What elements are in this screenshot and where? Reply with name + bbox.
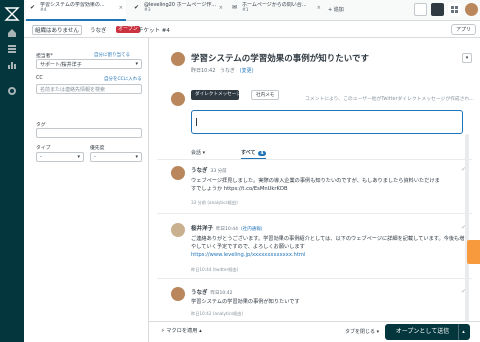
comment-source: 昨日10:42 (analytics経由)	[191, 311, 244, 316]
close-tab-icon[interactable]: ×	[219, 5, 223, 11]
comment-body: 学習システムの学習効果の事例が知りたいです	[191, 299, 300, 305]
chevron-down-icon: ▾	[77, 154, 80, 160]
count-badge: 4	[258, 151, 266, 156]
priority-select[interactable]: - ▾	[90, 152, 142, 162]
tab-ticket-4[interactable]: ✔ 学習システムの学習効果の... #4 ×	[26, 0, 126, 21]
assignee-label: 担当者*	[36, 54, 53, 59]
apps-button[interactable]: アプリ	[450, 24, 476, 35]
divider	[157, 159, 472, 160]
apps-grid-icon[interactable]	[448, 3, 461, 16]
ticket-options-button[interactable]: ▾	[462, 53, 472, 63]
ticket-subheader: 組織はありません うなぎ オープン チケット #4 アプリ	[24, 21, 480, 38]
close-tab-icon[interactable]: ×	[119, 5, 123, 11]
direct-message-tab[interactable]: ダイレクトメッセージ	[191, 90, 241, 100]
comment-body-cont: すでしょうか https://t.co/EsMnUkrKDB	[191, 186, 288, 192]
close-tab-icon[interactable]: ×	[317, 5, 321, 11]
breadcrumb-ticket[interactable]: チケット #4	[138, 26, 170, 34]
twitter-icon: ✔	[134, 4, 140, 11]
twitter-icon: ✔	[30, 4, 36, 11]
email-icon: ✉	[232, 4, 238, 11]
divider	[157, 213, 472, 214]
close-tab-dropdown[interactable]: タブを閉じる ▾	[345, 328, 379, 335]
commenter-avatar	[171, 287, 185, 301]
comment-body: ご連絡ありがとうございます。学習効果の事例紹介としては、以下のウェブページに詳細…	[191, 236, 465, 250]
user-avatar[interactable]	[465, 3, 478, 16]
ticket-properties-panel: 担当者* 自分に割り当てる サポート/桜井洋子 ▾ CC 自分をCCに入れる 名…	[24, 38, 149, 342]
filter-conversations[interactable]: 会話 ▾	[191, 149, 205, 156]
change-requester-link[interactable]: (変更)	[240, 68, 254, 74]
assignee-value: サポート/桜井洋子	[40, 62, 82, 68]
commenter-avatar	[171, 223, 185, 237]
chevron-down-icon: ▾	[135, 154, 138, 160]
assignee-select[interactable]: サポート/桜井洋子 ▾	[36, 59, 142, 69]
breadcrumb-user[interactable]: うなぎ	[90, 26, 107, 34]
requester-avatar	[171, 52, 185, 66]
home-icon[interactable]	[7, 28, 17, 38]
tags-input[interactable]	[36, 128, 142, 138]
reply-editor[interactable]	[191, 110, 463, 134]
chat-icon[interactable]	[431, 3, 444, 16]
nav-rail	[0, 0, 24, 342]
cc-search-input[interactable]: 名前または連絡先情報を検索	[36, 84, 142, 94]
internal-note-tab[interactable]: 社内メモ	[251, 90, 279, 100]
breadcrumb-organization[interactable]: 組織はありません	[32, 25, 82, 35]
chevron-up-icon[interactable]: ▴	[458, 324, 468, 340]
tags-label: タグ	[36, 123, 46, 128]
zendesk-logo-icon[interactable]	[4, 6, 20, 22]
comment-source: 33 分前 (analytics経由)	[191, 200, 238, 205]
views-icon[interactable]	[7, 44, 17, 54]
conversation-pane: 学習システムの学習効果の事例が知りたいです 昨日10:42 うなぎ (変更) ▾…	[149, 38, 480, 342]
reply-hint: コメントにより、このユーザー他がTwitterダイレクトメッセージが作成され..…	[305, 97, 474, 102]
commenter-avatar	[171, 166, 185, 180]
help-side-tab[interactable]	[467, 240, 480, 264]
reports-icon[interactable]	[7, 60, 17, 70]
text-caret	[196, 118, 197, 126]
type-select[interactable]: - ▾	[36, 152, 84, 162]
priority-label: 優先度	[90, 146, 105, 151]
comment-body: ウェブページ拝見しました。実際の導入企業の事例も知りたいのですが、もしありました…	[191, 178, 440, 184]
ticket-tab-bar: ✔ 学習システムの学習効果の... #4 × ✔ @leveling20 ホーム…	[24, 0, 480, 21]
ticket-title[interactable]: 学習システムの学習効果の事例が知りたいです	[191, 52, 369, 64]
ticket-meta: 昨日10:42 うなぎ (変更)	[191, 68, 254, 74]
comment-author: うなぎ 33 分前	[191, 168, 227, 174]
comment-author: うなぎ 昨日10:42	[191, 290, 233, 296]
comment-link[interactable]: https://www.leveling.jp/xxxxxxxxxxxxx.ht…	[191, 252, 305, 258]
comment-author: 桜井洋子 昨日10:44 (社内通報)	[191, 226, 263, 232]
ticket-footer: ⚡ マクロを適用 ▴ タブを閉じる ▾ オープンとして送信 ▴	[149, 321, 480, 342]
scrollbar[interactable]	[465, 134, 469, 334]
assign-to-me-link[interactable]: 自分に割り当てる	[94, 52, 130, 58]
submit-button[interactable]: オープンとして送信 ▴	[385, 324, 470, 340]
cc-label: CC	[36, 76, 43, 81]
search-icon[interactable]	[414, 3, 427, 16]
divider	[157, 278, 472, 279]
type-label: タイプ	[36, 146, 51, 151]
comment-source: 昨日10:44 (twitter経由)	[191, 267, 239, 272]
chevron-down-icon: ▾	[135, 61, 138, 67]
agent-avatar	[171, 92, 185, 106]
status-badge: オープン	[116, 26, 140, 33]
apply-macro-button[interactable]: ⚡ マクロを適用 ▴	[161, 327, 202, 334]
tab-ticket-1[interactable]: ✉ ホームページからの問い合... #1 ×	[228, 0, 324, 21]
add-tab-button[interactable]: + 追加	[328, 6, 344, 13]
settings-icon[interactable]	[7, 86, 17, 96]
tab-ticket-3[interactable]: ✔ @leveling20 ホームページ作... #3 ×	[130, 0, 226, 21]
cc-me-link[interactable]: 自分をCCに入れる	[104, 76, 142, 82]
